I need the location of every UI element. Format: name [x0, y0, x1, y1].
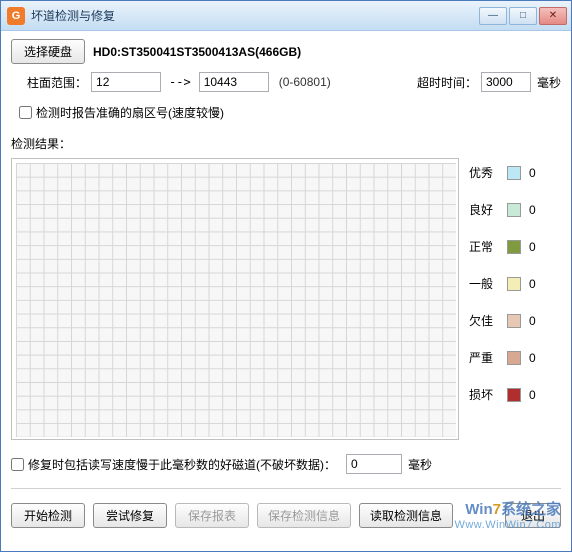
- sector-grid: [11, 158, 459, 440]
- legend-normal-count: 0: [529, 240, 543, 254]
- dialog-window: G 坏道检测与修复 — □ ✕ 选择硬盘 HD0:ST350041ST35004…: [0, 0, 572, 552]
- try-repair-button[interactable]: 尝试修复: [93, 503, 167, 528]
- legend-damage-label: 损坏: [469, 386, 499, 403]
- legend-good-label: 良好: [469, 201, 499, 218]
- sector-grid-cells: [16, 163, 456, 437]
- close-button[interactable]: ✕: [539, 7, 567, 25]
- read-scan-info-button[interactable]: 读取检测信息: [359, 503, 453, 528]
- swatch-excellent: [507, 166, 521, 180]
- timeout-unit: 毫秒: [537, 74, 561, 91]
- legend-poor-label: 欠佳: [469, 312, 499, 329]
- repair-include-slow-label: 修复时包括读写速度慢于此毫秒数的好磁道(不破坏数据)：: [28, 456, 336, 473]
- timeout-input[interactable]: [481, 72, 531, 92]
- exit-button[interactable]: 退出: [505, 503, 561, 528]
- legend-excellent-count: 0: [529, 166, 543, 180]
- legend-average-count: 0: [529, 277, 543, 291]
- legend-normal: 正常 0: [469, 238, 543, 255]
- maximize-button[interactable]: □: [509, 7, 537, 25]
- repair-threshold-input[interactable]: [346, 454, 402, 474]
- swatch-severe: [507, 351, 521, 365]
- repair-include-slow-checkbox[interactable]: [11, 458, 24, 471]
- save-scan-info-button[interactable]: 保存检测信息: [257, 503, 351, 528]
- legend: 优秀 0 良好 0 正常 0 一般 0: [469, 158, 543, 440]
- titlebar: G 坏道检测与修复 — □ ✕: [1, 1, 571, 31]
- legend-excellent-label: 优秀: [469, 164, 499, 181]
- result-label: 检测结果：: [11, 135, 561, 152]
- legend-poor-count: 0: [529, 314, 543, 328]
- window-title: 坏道检测与修复: [31, 7, 477, 24]
- app-icon: G: [7, 7, 25, 25]
- accurate-sector-label: 检测时报告准确的扇区号(速度较慢): [36, 104, 224, 121]
- disk-select-row: 选择硬盘 HD0:ST350041ST3500413AS(466GB): [11, 39, 561, 64]
- range-from-input[interactable]: [91, 72, 161, 92]
- legend-poor: 欠佳 0: [469, 312, 543, 329]
- legend-good-count: 0: [529, 203, 543, 217]
- accurate-sector-row: 检测时报告准确的扇区号(速度较慢): [19, 104, 561, 121]
- legend-severe: 严重 0: [469, 349, 543, 366]
- cylinder-range-label: 柱面范围：: [27, 74, 87, 91]
- legend-good: 良好 0: [469, 201, 543, 218]
- result-area: 优秀 0 良好 0 正常 0 一般 0: [11, 158, 561, 440]
- repair-unit: 毫秒: [408, 456, 432, 473]
- range-hint: (0-60801): [279, 75, 331, 89]
- legend-damage-count: 0: [529, 388, 543, 402]
- legend-severe-count: 0: [529, 351, 543, 365]
- save-report-button[interactable]: 保存报表: [175, 503, 249, 528]
- minimize-button[interactable]: —: [479, 7, 507, 25]
- legend-average: 一般 0: [469, 275, 543, 292]
- start-scan-button[interactable]: 开始检测: [11, 503, 85, 528]
- select-disk-button[interactable]: 选择硬盘: [11, 39, 85, 64]
- arrow-icon: -->: [169, 75, 191, 89]
- legend-damage: 损坏 0: [469, 386, 543, 403]
- swatch-damage: [507, 388, 521, 402]
- legend-excellent: 优秀 0: [469, 164, 543, 181]
- swatch-normal: [507, 240, 521, 254]
- bottom-buttons: 开始检测 尝试修复 保存报表 保存检测信息 读取检测信息 退出: [11, 503, 561, 528]
- window-buttons: — □ ✕: [477, 7, 567, 25]
- range-to-input[interactable]: [199, 72, 269, 92]
- repair-row: 修复时包括读写速度慢于此毫秒数的好磁道(不破坏数据)： 毫秒: [11, 454, 561, 474]
- divider: [11, 488, 561, 489]
- legend-average-label: 一般: [469, 275, 499, 292]
- swatch-poor: [507, 314, 521, 328]
- legend-severe-label: 严重: [469, 349, 499, 366]
- range-row: 柱面范围： --> (0-60801) 超时时间： 毫秒: [11, 72, 561, 92]
- legend-normal-label: 正常: [469, 238, 499, 255]
- timeout-label: 超时时间：: [417, 74, 477, 91]
- dialog-content: 选择硬盘 HD0:ST350041ST3500413AS(466GB) 柱面范围…: [1, 31, 571, 551]
- disk-label: HD0:ST350041ST3500413AS(466GB): [93, 45, 301, 59]
- accurate-sector-checkbox[interactable]: [19, 106, 32, 119]
- swatch-good: [507, 203, 521, 217]
- swatch-average: [507, 277, 521, 291]
